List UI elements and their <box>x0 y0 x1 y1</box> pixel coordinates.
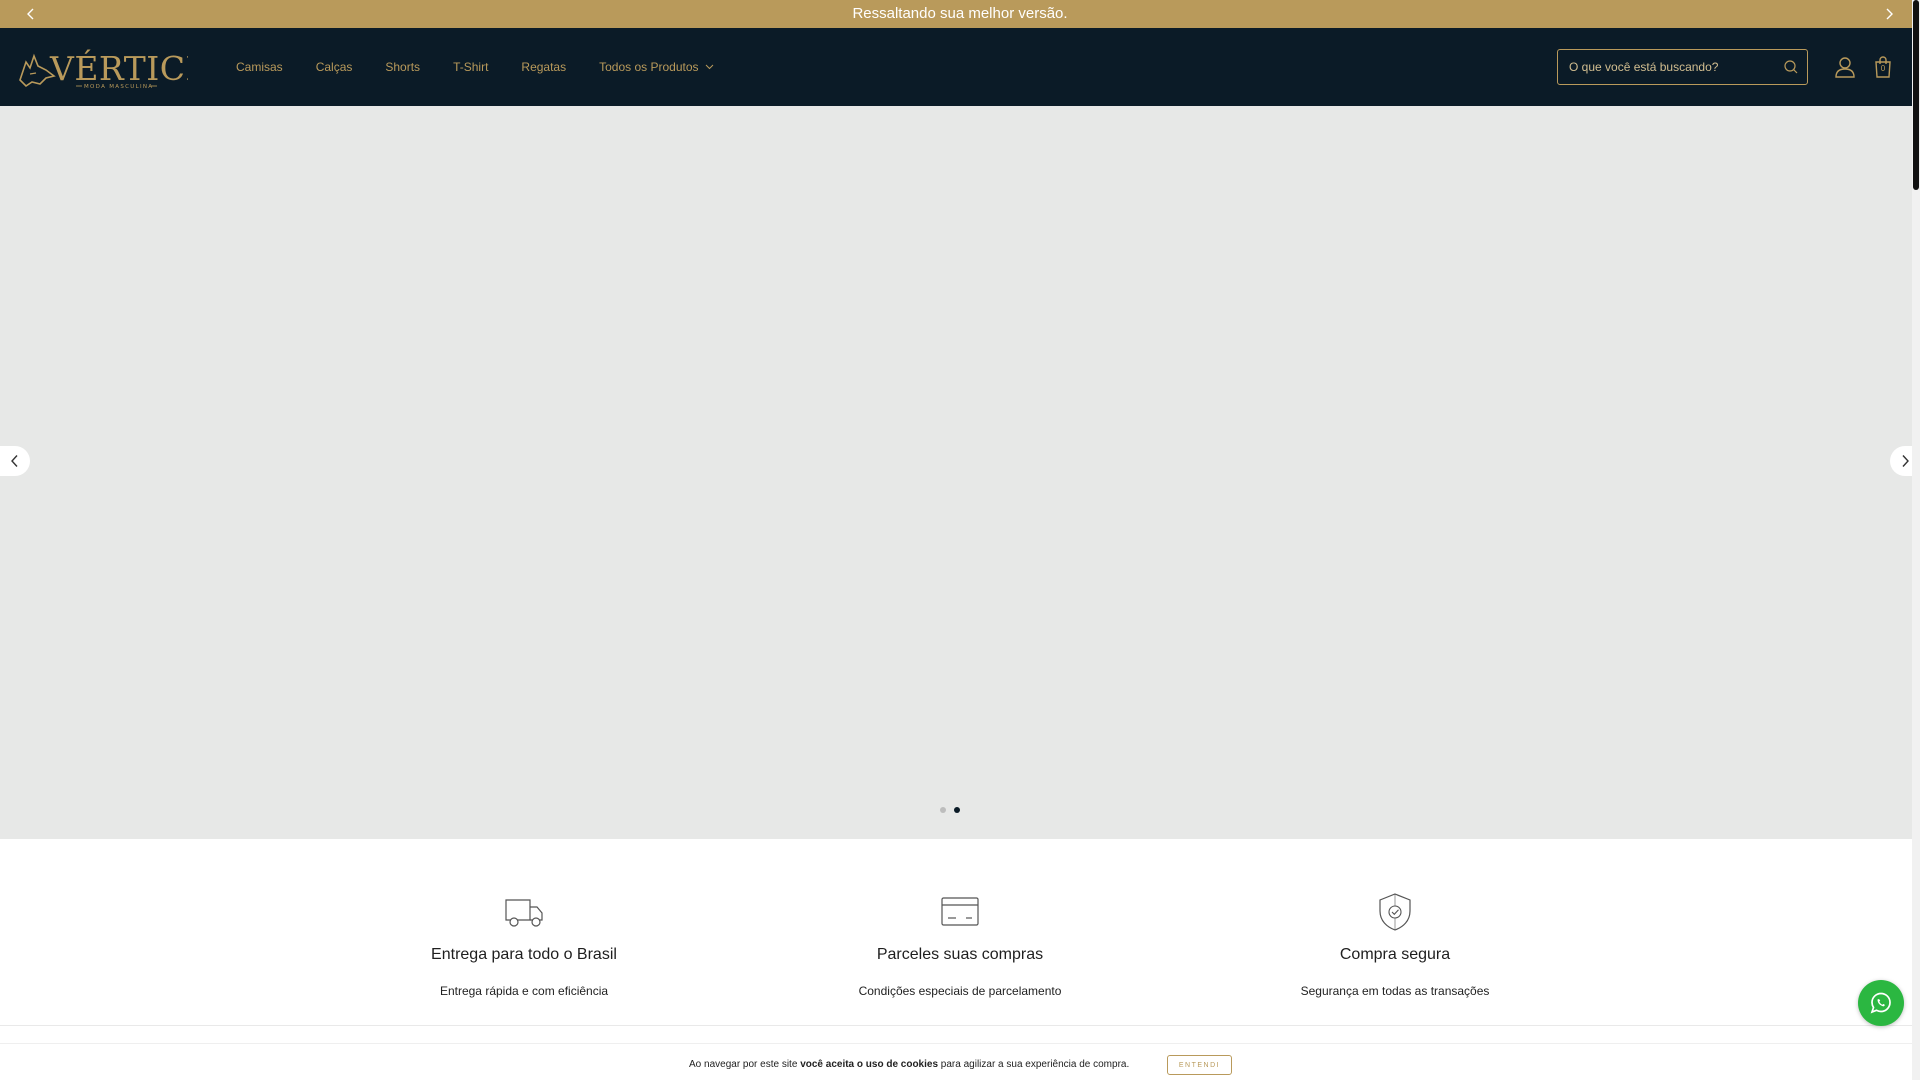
truck-icon <box>364 892 684 932</box>
nav-item-label: Camisas <box>236 60 283 74</box>
slider-dot-1[interactable] <box>940 807 946 813</box>
benefit-subtitle: Condições especiais de parcelamento <box>858 984 1062 998</box>
chevron-right-icon <box>1886 8 1893 20</box>
slider-prev-button[interactable] <box>0 446 30 476</box>
whatsapp-button[interactable] <box>1858 980 1904 1026</box>
svg-text:MODA MASCULINA: MODA MASCULINA <box>84 84 153 90</box>
benefit-subtitle: Entrega rápida e com eficiência <box>439 984 609 998</box>
nav-item-calcas[interactable]: Calças <box>316 60 353 74</box>
slider-pagination <box>940 804 960 816</box>
benefits-section: Entrega para todo o Brasil Entrega rápid… <box>0 839 1920 1026</box>
page-scrollbar[interactable] <box>1912 0 1920 1080</box>
nav-item-camisas[interactable]: Camisas <box>236 60 283 74</box>
scrollbar-thumb[interactable] <box>1913 0 1919 190</box>
nav-item-todos-os-produtos[interactable]: Todos os Produtos <box>599 60 713 74</box>
chevron-left-icon <box>11 455 18 467</box>
chevron-down-icon <box>705 64 714 70</box>
logo-mark: VÉRTICE MODA MASCULINA <box>19 48 210 90</box>
announcement-next-button[interactable] <box>1875 0 1903 28</box>
search-box <box>1557 49 1808 85</box>
announcement-text: Ressaltando sua melhor versão. <box>852 5 1068 22</box>
slider-dot-2[interactable] <box>954 807 960 813</box>
search-icon <box>1784 60 1798 74</box>
benefit-item-installments: Parceles suas compras Condições especiai… <box>800 892 1120 998</box>
search-input[interactable] <box>1558 50 1773 84</box>
search-button[interactable] <box>1783 59 1799 75</box>
credit-card-icon <box>800 892 1120 932</box>
benefit-title: Entrega para todo o Brasil <box>431 946 617 963</box>
cookie-text-before: Ao navegar por este site <box>689 1059 801 1070</box>
site-header: VÉRTICE MODA MASCULINA Camisas Calças Sh… <box>0 28 1920 106</box>
nav-item-label: Calças <box>315 60 353 74</box>
cart-count: 0 <box>1880 64 1886 73</box>
cookie-text-after: para agilizar a sua experiência de compr… <box>938 1059 1130 1070</box>
benefit-item-delivery: Entrega para todo o Brasil Entrega rápid… <box>364 892 684 998</box>
main-nav: Camisas Calças Shorts T-Shirt Regatas To… <box>236 28 747 106</box>
account-button[interactable] <box>1833 55 1857 79</box>
benefit-subtitle: Segurança em todas as transações <box>1300 984 1490 998</box>
nav-item-label: Todos os Produtos <box>599 60 699 74</box>
benefit-title: Parceles suas compras <box>876 946 1044 963</box>
user-icon <box>1835 57 1855 78</box>
nav-item-regatas[interactable]: Regatas <box>521 60 566 74</box>
svg-text:VÉRTICE: VÉRTICE <box>49 48 188 88</box>
nav-item-label: T-Shirt <box>453 60 489 74</box>
brand-logo[interactable]: VÉRTICE MODA MASCULINA <box>16 40 210 94</box>
chevron-right-icon <box>1902 455 1909 467</box>
hero-slider <box>0 106 1920 839</box>
cookie-accept-button[interactable]: ENTENDI <box>1167 1055 1232 1075</box>
cart-button[interactable]: 0 <box>1871 55 1895 79</box>
cookie-bar: Ao navegar por este site você aceita o u… <box>0 1043 1920 1080</box>
cookie-message: Ao navegar por este site você aceita o u… <box>689 1059 1129 1070</box>
whatsapp-icon <box>1870 992 1891 1014</box>
announcement-bar: Ressaltando sua melhor versão. <box>0 0 1920 28</box>
shield-check-icon <box>1235 892 1555 932</box>
nav-item-shorts[interactable]: Shorts <box>385 60 420 74</box>
benefit-title: Compra segura <box>1339 946 1451 963</box>
nav-item-tshirt[interactable]: T-Shirt <box>453 60 488 74</box>
cookie-text-bold: você aceita o uso de cookies <box>800 1059 939 1070</box>
nav-item-label: Shorts <box>385 60 421 74</box>
benefit-item-secure: Compra segura Segurança em todas as tran… <box>1235 892 1555 998</box>
nav-item-label: Regatas <box>521 60 567 74</box>
